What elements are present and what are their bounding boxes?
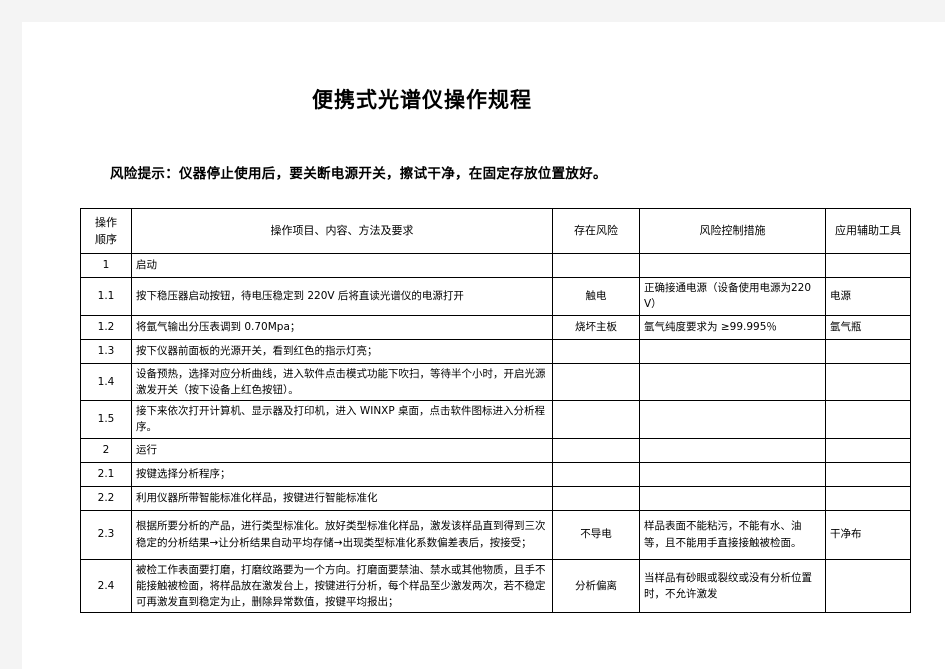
cell-risk <box>552 461 640 487</box>
cell-item: 运行 <box>131 437 553 463</box>
table-row: 2.4 被检工作表面要打磨，打磨纹路要为一个方向。打磨面要禁油、禁水或其他物质，… <box>80 558 911 614</box>
cell-sequence: 2.4 <box>80 558 132 614</box>
cell-control: 氩气纯度要求为 ≥99.995％ <box>639 314 826 340</box>
cell-tool: 氩气瓶 <box>825 314 911 340</box>
cell-sequence: 1.4 <box>80 362 132 402</box>
cell-item: 被检工作表面要打磨，打磨纹路要为一个方向。打磨面要禁油、禁水或其他物质，且手不能… <box>131 558 553 614</box>
table-row: 1.3 按下仪器前面板的光源开关，看到红色的指示灯亮； <box>80 338 911 364</box>
cell-risk: 不导电 <box>552 509 640 560</box>
cell-sequence: 1.3 <box>80 338 132 364</box>
table-row: 1 启动 <box>80 253 911 278</box>
column-header-risk: 存在风险 <box>552 208 640 254</box>
procedure-table: 操作 顺序 操作项目、内容、方法及要求 存在风险 风险控制措施 应用辅助工具 1… <box>80 208 911 614</box>
cell-tool <box>825 461 911 487</box>
cell-sequence: 1.1 <box>80 277 132 316</box>
cell-tool <box>825 362 911 402</box>
column-header-sequence: 操作 顺序 <box>80 208 132 254</box>
cell-sequence: 2.2 <box>80 485 132 511</box>
table-row: 1.1 按下稳压器启动按钮，待电压稳定到 220V 后将直读光谱仪的电源打开 触… <box>80 277 911 316</box>
cell-item: 按下仪器前面板的光源开关，看到红色的指示灯亮； <box>131 338 553 364</box>
risk-warning-note: 风险提示：仪器停止使用后，要关断电源开关，擦试干净，在固定存放位置放好。 <box>110 166 607 182</box>
cell-control <box>639 461 826 487</box>
cell-item: 接下来依次打开计算机、显示器及打印机，进入 WINXP 桌面，点击软件图标进入分… <box>131 400 553 439</box>
cell-tool <box>825 338 911 364</box>
cell-risk: 分析偏离 <box>552 558 640 614</box>
cell-tool <box>825 253 911 278</box>
column-header-sequence-line2: 顺序 <box>95 233 117 246</box>
cell-tool <box>825 437 911 463</box>
table-row: 2.2 利用仪器所带智能标准化样品，按键进行智能标准化 <box>80 485 911 511</box>
table-row: 1.5 接下来依次打开计算机、显示器及打印机，进入 WINXP 桌面，点击软件图… <box>80 400 911 439</box>
cell-item: 根据所要分析的产品，进行类型标准化。放好类型标准化样品，激发该样品直到得到三次稳… <box>131 509 553 560</box>
cell-control <box>639 338 826 364</box>
table-row: 2.3 根据所要分析的产品，进行类型标准化。放好类型标准化样品，激发该样品直到得… <box>80 509 911 560</box>
cell-risk <box>552 437 640 463</box>
cell-sequence: 1 <box>80 253 132 278</box>
cell-control <box>639 362 826 402</box>
column-header-item: 操作项目、内容、方法及要求 <box>131 208 553 254</box>
cell-item: 利用仪器所带智能标准化样品，按键进行智能标准化 <box>131 485 553 511</box>
cell-sequence: 1.2 <box>80 314 132 340</box>
cell-sequence: 2.3 <box>80 509 132 560</box>
table-row: 2 运行 <box>80 437 911 463</box>
cell-risk <box>552 400 640 439</box>
column-header-sequence-line1: 操作 <box>95 215 117 229</box>
cell-tool: 电源 <box>825 277 911 316</box>
table-row: 2.1 按键选择分析程序； <box>80 461 911 487</box>
cell-item: 启动 <box>131 253 553 278</box>
cell-risk <box>552 485 640 511</box>
cell-control: 当样品有砂眼或裂纹或没有分析位置时，不允许激发 <box>639 558 826 614</box>
cell-control <box>639 437 826 463</box>
cell-control <box>639 400 826 439</box>
cell-risk <box>552 362 640 402</box>
cell-control <box>639 485 826 511</box>
cell-risk <box>552 338 640 364</box>
cell-item: 将氩气输出分压表调到 0.70Mpa； <box>131 314 553 340</box>
table-header: 操作 顺序 操作项目、内容、方法及要求 存在风险 风险控制措施 应用辅助工具 <box>80 208 911 254</box>
cell-tool <box>825 558 911 614</box>
cell-control <box>639 253 826 278</box>
cell-sequence: 2.1 <box>80 461 132 487</box>
page-title: 便携式光谱仪操作规程 <box>312 88 532 112</box>
document-page: 便携式光谱仪操作规程 风险提示：仪器停止使用后，要关断电源开关，擦试干净，在固定… <box>22 22 945 669</box>
table-header-row: 操作 顺序 操作项目、内容、方法及要求 存在风险 风险控制措施 应用辅助工具 <box>80 208 911 254</box>
cell-item: 按下稳压器启动按钮，待电压稳定到 220V 后将直读光谱仪的电源打开 <box>131 277 553 316</box>
cell-sequence: 1.5 <box>80 400 132 439</box>
cell-tool <box>825 485 911 511</box>
cell-control: 正确接通电源（设备使用电源为220V） <box>639 277 826 316</box>
table-body: 1 启动 1.1 按下稳压器启动按钮，待电压稳定到 220V 后将直读光谱仪的电… <box>80 253 911 614</box>
cell-item: 按键选择分析程序； <box>131 461 553 487</box>
table-row: 1.4 设备预热，选择对应分析曲线，进入软件点击模式功能下吹扫，等待半个小时，开… <box>80 362 911 402</box>
cell-sequence: 2 <box>80 437 132 463</box>
cell-item: 设备预热，选择对应分析曲线，进入软件点击模式功能下吹扫，等待半个小时，开启光源激… <box>131 362 553 402</box>
column-header-control: 风险控制措施 <box>639 208 826 254</box>
column-header-tool: 应用辅助工具 <box>825 208 911 254</box>
cell-tool <box>825 400 911 439</box>
cell-risk: 烧坏主板 <box>552 314 640 340</box>
cell-risk: 触电 <box>552 277 640 316</box>
cell-risk <box>552 253 640 278</box>
cell-control: 样品表面不能粘污，不能有水、油等，且不能用手直接接触被检面。 <box>639 509 826 560</box>
table-row: 1.2 将氩气输出分压表调到 0.70Mpa； 烧坏主板 氩气纯度要求为 ≥99… <box>80 314 911 340</box>
cell-tool: 干净布 <box>825 509 911 560</box>
